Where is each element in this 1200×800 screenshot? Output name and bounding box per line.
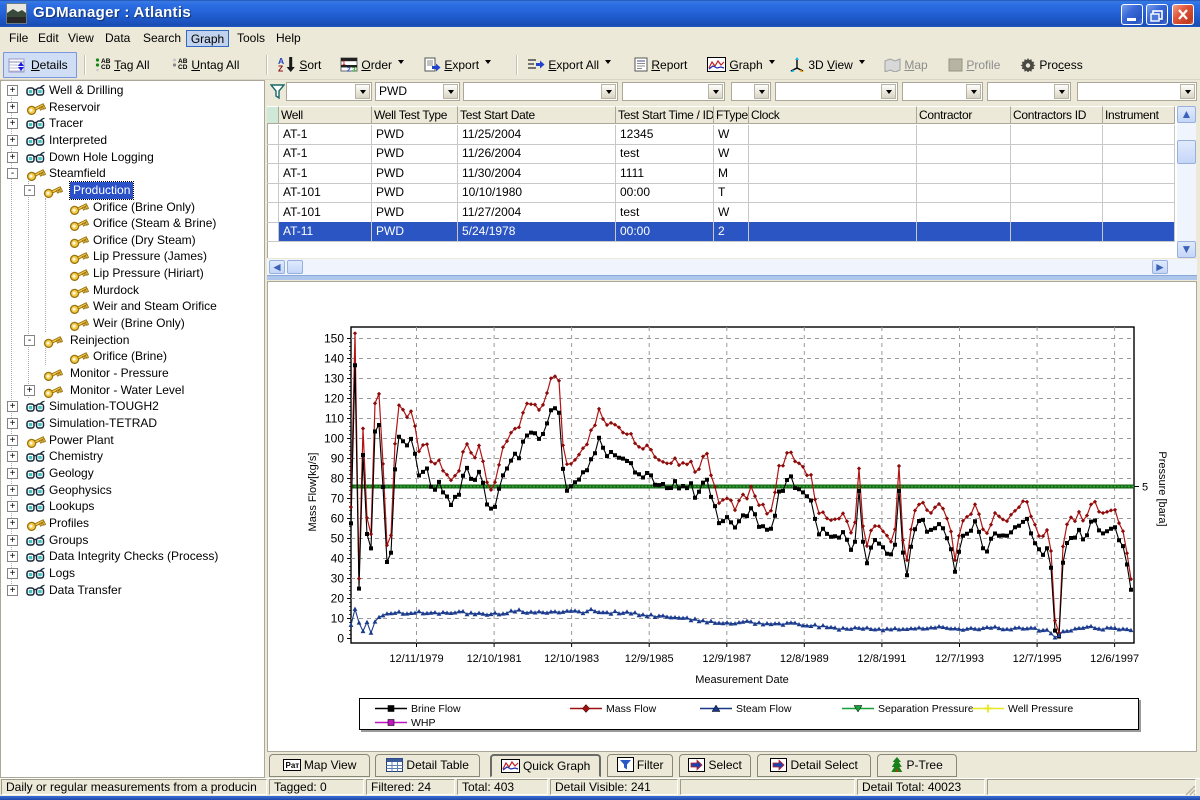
svg-text:Pressure [bara]: Pressure [bara]	[1156, 451, 1168, 526]
svg-text:30: 30	[331, 572, 345, 586]
svg-text:12/10/1983: 12/10/1983	[544, 653, 599, 665]
svg-text:0: 0	[337, 632, 344, 646]
svg-text:12/7/1993: 12/7/1993	[935, 653, 984, 665]
svg-text:Pат: Pат	[285, 761, 299, 770]
svg-text:Z: Z	[278, 64, 283, 73]
svg-text:140: 140	[324, 352, 344, 366]
svg-text:100: 100	[324, 432, 344, 446]
svg-text:CD: CD	[101, 64, 111, 71]
svg-text:10: 10	[331, 612, 345, 626]
svg-text:70: 70	[331, 492, 345, 506]
svg-text:110: 110	[325, 412, 344, 426]
svg-text:Mass Flow[kg/s]: Mass Flow[kg/s]	[307, 453, 319, 532]
svg-text:12/8/1991: 12/8/1991	[857, 653, 906, 665]
svg-text:130: 130	[324, 372, 344, 386]
svg-text:12/10/1981: 12/10/1981	[467, 653, 522, 665]
svg-text:12/9/1987: 12/9/1987	[702, 653, 751, 665]
svg-text:20: 20	[331, 592, 345, 606]
svg-text:120: 120	[324, 392, 344, 406]
svg-text:60: 60	[331, 512, 345, 526]
svg-text:150: 150	[324, 332, 344, 346]
svg-text:12/9/1985: 12/9/1985	[625, 653, 674, 665]
svg-text:12/11/1979: 12/11/1979	[389, 653, 443, 665]
svg-text:50: 50	[331, 532, 345, 546]
svg-text:Measurement Date: Measurement Date	[695, 674, 789, 686]
svg-text:90: 90	[331, 452, 345, 466]
svg-text:2: 2	[347, 67, 351, 73]
svg-text:80: 80	[331, 472, 345, 486]
svg-text:12/8/1989: 12/8/1989	[780, 653, 829, 665]
svg-text:12/7/1995: 12/7/1995	[1013, 653, 1062, 665]
svg-text:1: 1	[342, 60, 346, 67]
svg-text:12/6/1997: 12/6/1997	[1090, 653, 1139, 665]
svg-text:3: 3	[352, 67, 356, 73]
svg-text:CD: CD	[178, 64, 188, 71]
svg-text:5: 5	[1142, 482, 1148, 494]
svg-text:40: 40	[331, 552, 345, 566]
